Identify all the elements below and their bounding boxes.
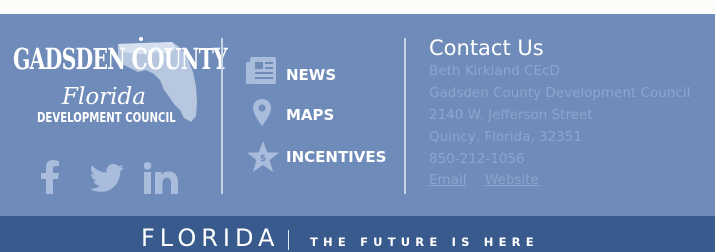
contact-organization: Gadsden County Development Council xyxy=(429,85,691,101)
contact-street: 2140 W. Jefferson Street xyxy=(429,107,593,123)
logo-script-text: Florida xyxy=(62,84,146,110)
contact-city: Quincy, Florida, 32351 xyxy=(429,129,582,145)
newspaper-icon xyxy=(246,57,276,84)
contact-phone[interactable]: 850-212-1056 xyxy=(429,151,525,167)
contact-email-link[interactable]: Email xyxy=(429,172,466,188)
contact-title: Contact Us xyxy=(429,36,544,60)
nav-news-label: NEWS xyxy=(286,66,337,84)
facebook-link[interactable] xyxy=(40,160,60,194)
brand-separator xyxy=(288,230,289,250)
footer-divider-left xyxy=(221,38,223,194)
florida-brand-logo[interactable]: FLORIDA xyxy=(141,224,279,252)
contact-name: Beth Kirkland CEcD xyxy=(429,63,560,79)
brand-tagline: THE FUTURE IS HERE xyxy=(310,235,539,249)
map-pin-icon xyxy=(253,99,271,126)
facebook-icon xyxy=(41,160,59,194)
top-strip xyxy=(0,0,715,14)
nav-maps-label: MAPS xyxy=(286,106,335,124)
contact-website-link[interactable]: Website xyxy=(485,172,539,188)
logo-title: GADSDEN COUNTY xyxy=(13,42,228,76)
gadsden-county-logo[interactable]: GADSDEN COUNTY Florida DEVELOPMENT COUNC… xyxy=(10,24,228,134)
linkedin-icon xyxy=(144,162,178,194)
twitter-icon xyxy=(90,164,124,192)
twitter-link[interactable] xyxy=(90,164,124,192)
nav-incentives-label: INCENTIVES xyxy=(286,148,387,166)
star-icon: $ xyxy=(247,141,279,172)
logo-subtitle: DEVELOPMENT COUNCIL xyxy=(37,111,176,126)
footer-divider-right xyxy=(404,38,406,194)
svg-text:$: $ xyxy=(260,154,266,164)
linkedin-link[interactable] xyxy=(144,162,178,194)
